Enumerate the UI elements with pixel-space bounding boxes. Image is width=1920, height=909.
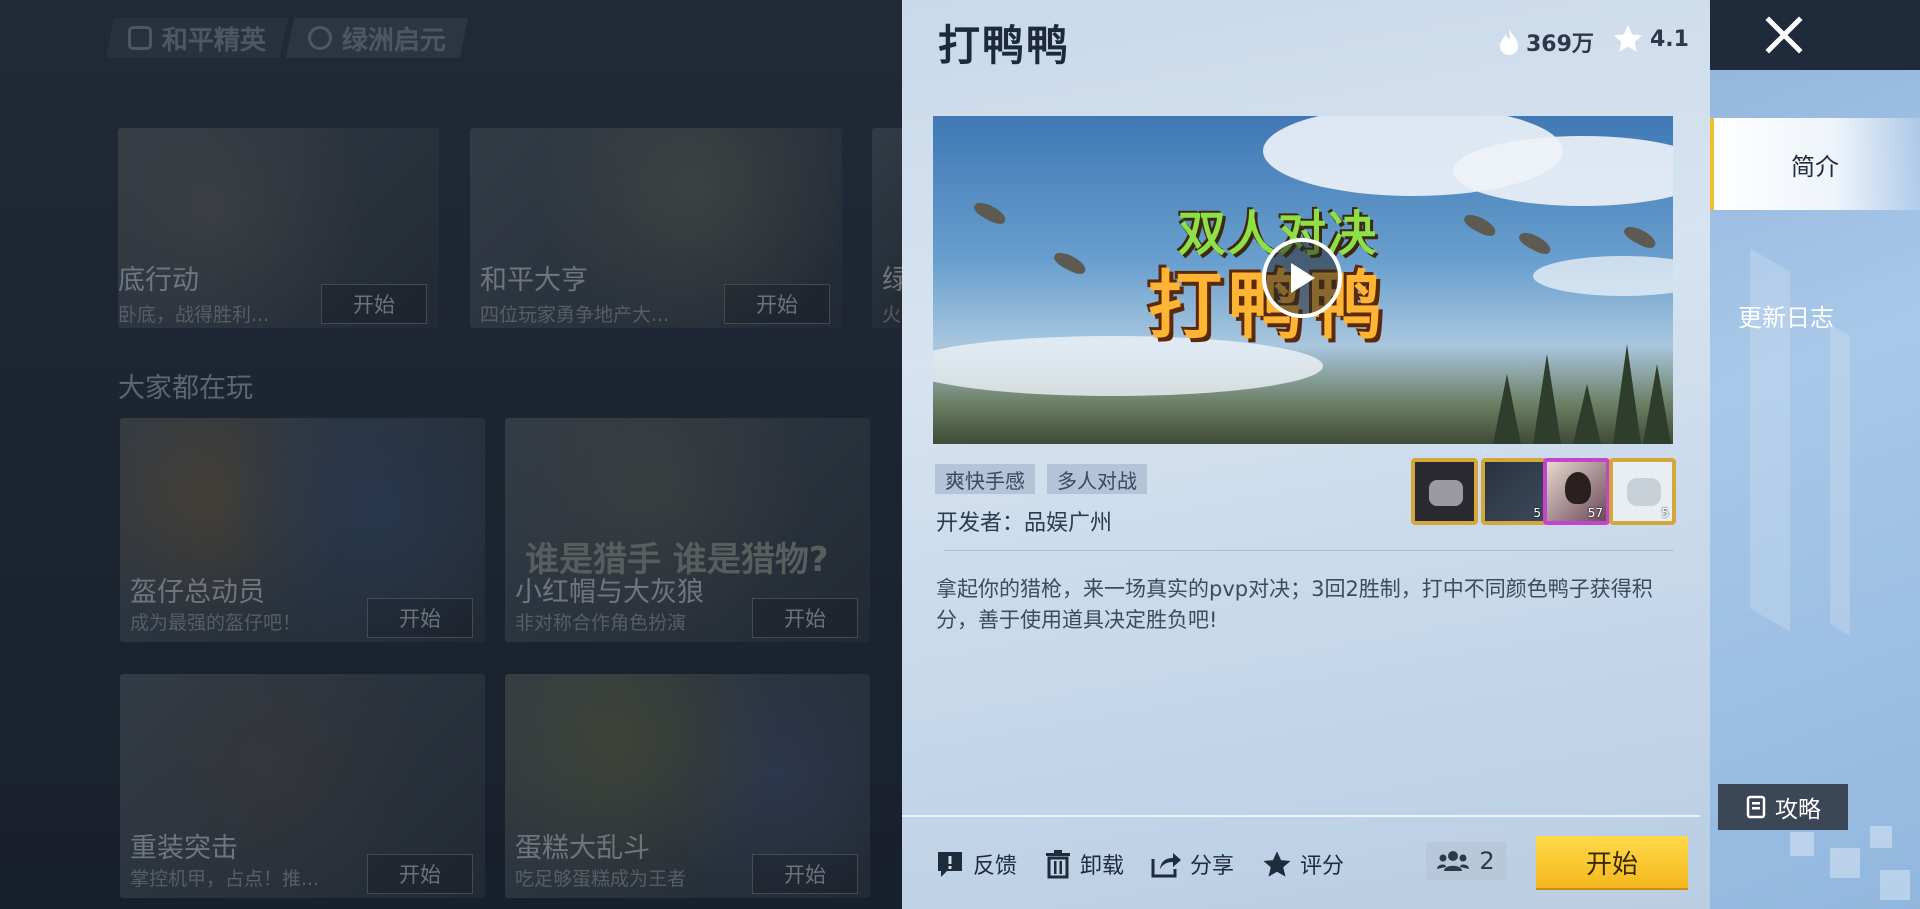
- avatar-art: [1429, 480, 1463, 506]
- avatar-art: [1627, 478, 1661, 506]
- star-icon: [1263, 850, 1291, 877]
- close-button[interactable]: [1758, 12, 1810, 58]
- player-count: 2: [1426, 842, 1506, 880]
- close-bar: [1710, 0, 1920, 70]
- decor-pixel: [1790, 832, 1814, 856]
- player-count-value: 2: [1479, 847, 1495, 875]
- player-avatar[interactable]: 5: [1609, 458, 1676, 525]
- dim-overlay: [0, 0, 902, 909]
- feedback-label: 反馈: [973, 854, 1018, 879]
- flame-icon: [1500, 29, 1518, 55]
- duck: [971, 198, 1009, 228]
- rating-value: 4.1: [1650, 26, 1689, 52]
- duck: [1621, 222, 1659, 252]
- play-button[interactable]: [1262, 238, 1342, 318]
- divider: [944, 550, 1674, 551]
- game-description: 拿起你的猎枪，来一场真实的pvp对决；3回2胜制，打中不同颜色鸭子获得积分，善于…: [936, 577, 1653, 632]
- nav-tab-intro-label: 简介: [1791, 152, 1839, 181]
- duck: [1516, 228, 1554, 258]
- cloud: [1533, 256, 1673, 296]
- star-icon: [1613, 25, 1643, 52]
- guide-label: 攻略: [1775, 797, 1821, 823]
- rating-stat: 4.1: [1612, 24, 1689, 54]
- tree: [1573, 384, 1601, 444]
- book-icon: [1746, 795, 1766, 819]
- uninstall-button[interactable]: 卸载: [1044, 848, 1124, 880]
- guide-button[interactable]: 攻略: [1718, 784, 1848, 830]
- avatar-level: 5: [1533, 506, 1541, 520]
- rate-button[interactable]: 评分: [1262, 848, 1344, 880]
- heat-value: 369万: [1526, 32, 1594, 57]
- share-icon: [1151, 853, 1181, 878]
- footer-divider: [902, 815, 1700, 817]
- video-thumbnail[interactable]: 双人对决 打鸭鸭: [933, 116, 1673, 444]
- decor-stripe: [1830, 324, 1850, 636]
- nav-tab-intro[interactable]: 简介: [1710, 118, 1920, 210]
- duck: [1461, 210, 1499, 240]
- trash-icon: [1046, 850, 1070, 879]
- share-button[interactable]: 分享: [1150, 848, 1234, 880]
- start-game-button[interactable]: 开始: [1536, 836, 1688, 888]
- share-label: 分享: [1190, 854, 1235, 879]
- rate-label: 评分: [1300, 854, 1345, 879]
- nav-tab-changelog[interactable]: 更新日志: [1710, 290, 1920, 340]
- tree: [1643, 364, 1671, 444]
- decor-pixel: [1880, 870, 1910, 900]
- feedback-icon: [938, 852, 962, 877]
- duck: [1051, 248, 1089, 278]
- avatar-level: 5: [1661, 506, 1669, 520]
- play-icon: [1291, 263, 1315, 293]
- nav-tab-changelog-label: 更新日志: [1738, 303, 1834, 332]
- tag-list: 爽快手感 多人对战: [935, 464, 1147, 494]
- avatar-level: 57: [1587, 506, 1603, 520]
- tree: [1533, 354, 1561, 444]
- feedback-button[interactable]: 反馈: [935, 848, 1017, 880]
- player-avatar[interactable]: 57: [1543, 458, 1610, 525]
- tag: 爽快手感: [935, 464, 1035, 494]
- player-avatar[interactable]: [1411, 458, 1478, 525]
- uninstall-label: 卸载: [1080, 854, 1125, 879]
- players-icon: [1437, 851, 1470, 871]
- tree: [1613, 344, 1641, 444]
- developer-label: 开发者：品娱广州: [936, 511, 1113, 536]
- tag: 多人对战: [1047, 464, 1147, 494]
- game-title: 打鸭鸭: [938, 21, 1071, 70]
- decor-pixel: [1870, 826, 1892, 848]
- cloud: [1453, 136, 1673, 206]
- avatar-art: [1565, 472, 1591, 504]
- player-avatar[interactable]: 5: [1481, 458, 1548, 525]
- tree: [1493, 374, 1521, 444]
- decor-pixel: [1830, 848, 1860, 878]
- close-icon: [1765, 16, 1803, 54]
- heat-stat: 369万: [1498, 26, 1594, 58]
